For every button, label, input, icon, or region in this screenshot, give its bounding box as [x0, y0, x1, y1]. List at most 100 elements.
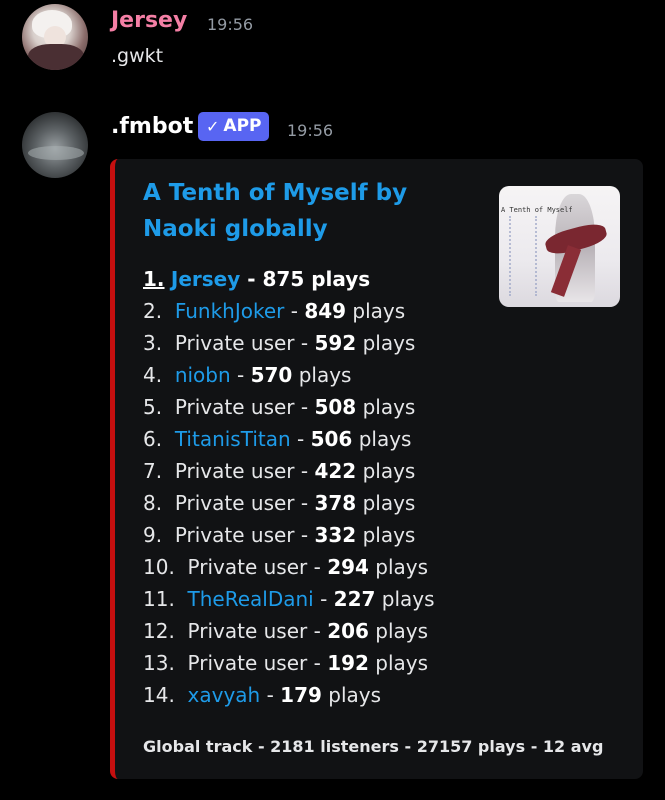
avatar-coat — [28, 44, 84, 70]
plays-label: plays — [356, 491, 416, 515]
play-count: 849 — [304, 299, 347, 323]
thumbnail-title-text: A Tenth of Myself — [501, 206, 573, 214]
rank-number: 10. — [143, 555, 175, 579]
separator: - — [307, 555, 328, 579]
leaderboard-row: 10. Private user - 294 plays — [143, 551, 623, 583]
play-count: 506 — [310, 427, 353, 451]
author-name[interactable]: .fmbot — [111, 114, 193, 139]
separator: - — [294, 331, 315, 355]
user-link[interactable]: xavyah — [188, 683, 261, 707]
rank-number: 4. — [143, 363, 163, 387]
separator: - — [290, 427, 311, 451]
play-count: 422 — [314, 459, 357, 483]
embed-title[interactable]: A Tenth of Myself by Naoki globally — [143, 175, 433, 247]
private-user-label: Private user — [187, 619, 308, 643]
private-user-label: Private user — [187, 555, 308, 579]
plays-label: plays — [368, 555, 429, 579]
separator: - — [294, 459, 315, 483]
rank-number: 13. — [143, 651, 175, 675]
plays-label: plays — [356, 459, 416, 483]
plays-label: plays — [368, 619, 429, 643]
rank-number: 2. — [143, 299, 163, 323]
private-user-label: Private user — [174, 459, 295, 483]
plays-label: plays — [352, 427, 412, 451]
play-count: 875 — [262, 267, 305, 291]
user-link[interactable]: TitanisTitan — [175, 427, 291, 451]
avatar-fmbot[interactable] — [22, 112, 88, 178]
plays-label: plays — [292, 363, 352, 387]
private-user-label: Private user — [174, 523, 295, 547]
private-user-label: Private user — [187, 651, 308, 675]
play-count: 592 — [314, 331, 357, 355]
app-badge: ✓ APP — [198, 112, 270, 141]
user-link[interactable]: Jersey — [171, 267, 240, 291]
play-count: 192 — [327, 651, 369, 675]
play-count: 179 — [280, 683, 322, 707]
play-count: 332 — [314, 523, 357, 547]
embed-title-line1: A Tenth of Myself by — [143, 180, 408, 206]
rank-number: 11. — [143, 587, 175, 611]
leaderboard-row: 7. Private user - 422 plays — [143, 455, 623, 487]
leaderboard-row: 12. Private user - 206 plays — [143, 615, 623, 647]
separator: - — [313, 587, 334, 611]
embed-card: A Tenth of Myself by Naoki globally A Te… — [110, 159, 643, 779]
plays-label: plays — [356, 331, 416, 355]
rank-number: 7. — [143, 459, 163, 483]
rank-number: 8. — [143, 491, 163, 515]
separator: - — [294, 523, 315, 547]
leaderboard-row: 1. Jersey - 875 plays — [143, 263, 623, 295]
embed-footer: Global track - 2181 listeners - 27157 pl… — [143, 737, 604, 756]
play-count: 294 — [327, 555, 369, 579]
plays-label: plays — [304, 267, 371, 291]
user-link[interactable]: niobn — [175, 363, 231, 387]
leaderboard-row: 3. Private user - 592 plays — [143, 327, 623, 359]
plays-label: plays — [375, 587, 435, 611]
rank-number: 12. — [143, 619, 175, 643]
private-user-label: Private user — [174, 331, 295, 355]
leaderboard-row: 13. Private user - 192 plays — [143, 647, 623, 679]
leaderboard-row: 14. xavyah - 179 plays — [143, 679, 623, 711]
author-name[interactable]: Jersey — [111, 8, 187, 33]
user-link[interactable]: FunkhJoker — [175, 299, 285, 323]
separator: - — [307, 651, 328, 675]
plays-label: plays — [368, 651, 429, 675]
leaderboard-row: 4. niobn - 570 plays — [143, 359, 623, 391]
rank-number: 9. — [143, 523, 163, 547]
play-count: 508 — [314, 395, 357, 419]
rank-number: 14. — [143, 683, 175, 707]
rank-number: 6. — [143, 427, 163, 451]
message-timestamp: 19:56 — [287, 121, 334, 140]
app-badge-label: APP — [223, 116, 262, 136]
check-icon: ✓ — [206, 117, 220, 136]
plays-label: plays — [321, 683, 382, 707]
rank-number: 3. — [143, 331, 163, 355]
private-user-label: Private user — [174, 491, 295, 515]
separator: - — [294, 491, 315, 515]
leaderboard-row: 2. FunkhJoker - 849 plays — [143, 295, 623, 327]
play-count: 570 — [250, 363, 293, 387]
separator: - — [284, 299, 305, 323]
leaderboard-row: 6. TitanisTitan - 506 plays — [143, 423, 623, 455]
embed-title-line2: Naoki globally — [143, 216, 328, 242]
leaderboard-row: 11. TheRealDani - 227 plays — [143, 583, 623, 615]
play-count: 206 — [327, 619, 369, 643]
separator: - — [294, 395, 315, 419]
separator: - — [307, 619, 328, 643]
message-jersey: Jersey 19:56 .gwkt — [0, 0, 665, 90]
message-text: .gwkt — [111, 45, 164, 67]
leaderboard-row: 9. Private user - 332 plays — [143, 519, 623, 551]
leaderboard-row: 8. Private user - 378 plays — [143, 487, 623, 519]
leaderboard-row: 5. Private user - 508 plays — [143, 391, 623, 423]
rank-number: 5. — [143, 395, 163, 419]
play-count: 227 — [333, 587, 376, 611]
user-link[interactable]: TheRealDani — [188, 587, 314, 611]
separator: - — [260, 683, 281, 707]
separator: - — [230, 363, 251, 387]
private-user-label: Private user — [174, 395, 295, 419]
leaderboard-list: 1. Jersey - 875 plays 2. FunkhJoker - 849… — [143, 263, 623, 711]
separator: - — [240, 267, 263, 291]
rank-number: 1. — [143, 267, 165, 291]
avatar-jersey[interactable] — [22, 4, 88, 70]
play-count: 378 — [314, 491, 357, 515]
plays-label: plays — [356, 523, 416, 547]
